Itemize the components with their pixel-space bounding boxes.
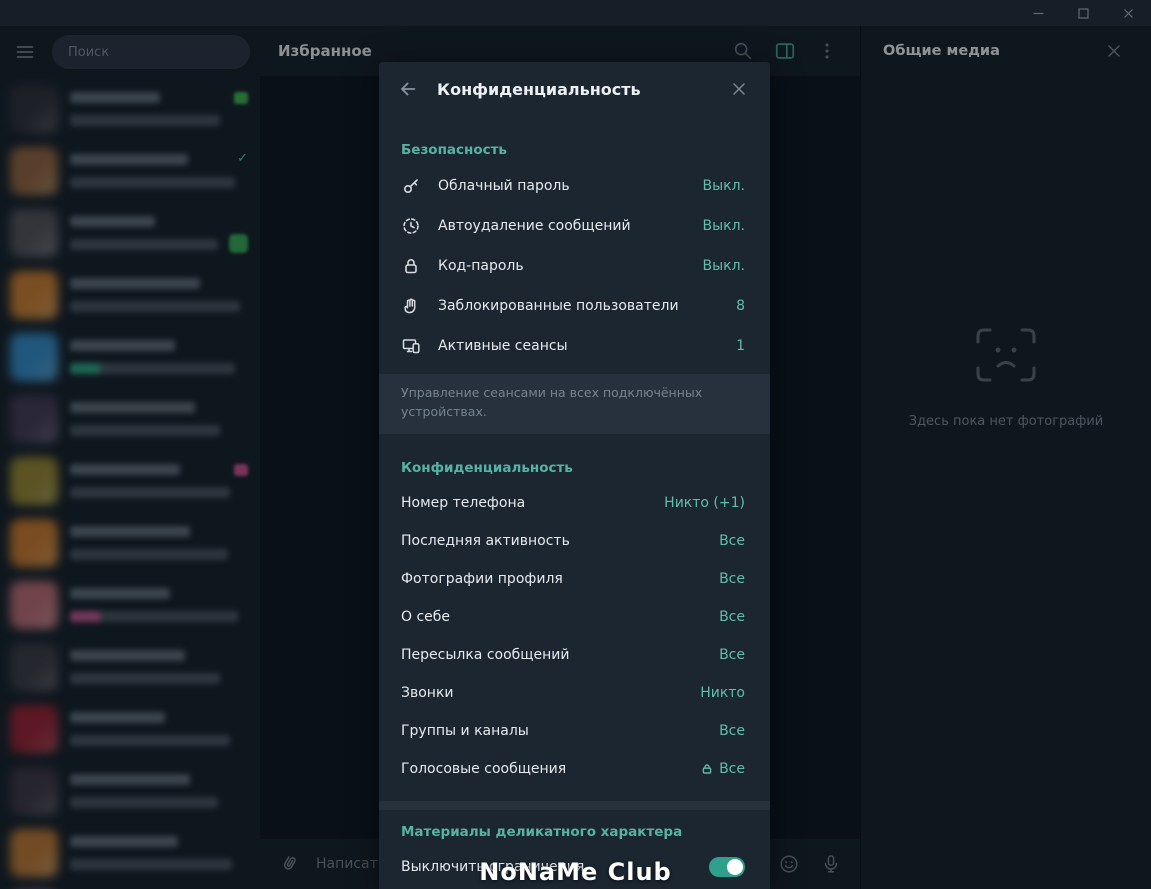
setting-row[interactable]: Облачный парольВыкл. (379, 166, 770, 206)
setting-label: Звонки (401, 685, 700, 701)
setting-row[interactable]: Последняя активностьВсе (379, 522, 770, 560)
setting-value: Выкл. (702, 258, 745, 274)
setting-row[interactable]: Пересылка сообщенийВсе (379, 636, 770, 674)
toggle-switch[interactable] (709, 857, 745, 877)
section-heading: Материалы деликатного характера (379, 824, 770, 840)
privacy-dialog: Конфиденциальность Безопасность Облачный … (379, 62, 770, 889)
key-icon (401, 176, 421, 196)
setting-value: 1 (736, 338, 745, 354)
setting-label: Последняя активность (401, 533, 719, 549)
setting-value-text: Все (719, 571, 745, 587)
setting-value: Все (719, 609, 745, 625)
setting-value (709, 857, 745, 877)
setting-row[interactable]: Голосовые сообщения Все (379, 750, 770, 788)
toggle-knob (727, 859, 743, 875)
back-icon[interactable] (393, 74, 423, 104)
setting-label: Выключить ограничения (401, 859, 709, 875)
dialog-close-icon[interactable] (724, 74, 754, 104)
setting-value: Все (719, 723, 745, 739)
setting-value-text: Выкл. (702, 178, 745, 194)
setting-label: Автоудаление сообщений (438, 218, 702, 234)
setting-row[interactable]: Активные сеансы1 (379, 326, 770, 366)
setting-value: Все (719, 533, 745, 549)
setting-value: Все (701, 761, 745, 777)
setting-label: Облачный пароль (438, 178, 702, 194)
setting-value: Никто (+1) (664, 495, 745, 511)
setting-value-text: Никто (+1) (664, 495, 745, 511)
setting-label: Код-пароль (438, 258, 702, 274)
dialog-header: Конфиденциальность (379, 62, 770, 116)
setting-row[interactable]: ЗвонкиНикто (379, 674, 770, 712)
setting-label: Активные сеансы (438, 338, 736, 354)
section-heading: Безопасность (379, 142, 770, 158)
dialog-title: Конфиденциальность (437, 80, 710, 99)
setting-row[interactable]: О себеВсе (379, 598, 770, 636)
devices-icon (401, 336, 421, 356)
setting-row[interactable]: Код-парольВыкл. (379, 246, 770, 286)
setting-value-text: Выкл. (702, 258, 745, 274)
setting-label: Заблокированные пользователи (438, 298, 736, 314)
setting-value-text: Все (719, 647, 745, 663)
timer-icon (401, 216, 421, 236)
setting-row[interactable]: Заблокированные пользователи8 (379, 286, 770, 326)
setting-value-text: 1 (736, 338, 745, 354)
setting-row[interactable]: Фотографии профиляВсе (379, 560, 770, 598)
setting-row[interactable]: Номер телефонаНикто (+1) (379, 484, 770, 522)
setting-row[interactable]: Группы и каналыВсе (379, 712, 770, 750)
setting-value: Никто (700, 685, 745, 701)
section-heading: Конфиденциальность (379, 460, 770, 476)
setting-value: Выкл. (702, 218, 745, 234)
lock-icon (401, 256, 421, 276)
setting-label: Группы и каналы (401, 723, 719, 739)
setting-row[interactable]: Автоудаление сообщенийВыкл. (379, 206, 770, 246)
premium-lock-icon (701, 763, 713, 775)
setting-value-text: Никто (700, 685, 745, 701)
setting-label: О себе (401, 609, 719, 625)
setting-value-text: 8 (736, 298, 745, 314)
modal-sections: БезопасностьОблачный парольВыкл.Автоудал… (379, 142, 770, 886)
hand-icon (401, 296, 421, 316)
setting-value: Все (719, 571, 745, 587)
setting-value-text: Выкл. (702, 218, 745, 234)
setting-value-text: Все (719, 533, 745, 549)
setting-value-text: Все (719, 761, 745, 777)
setting-label: Фотографии профиля (401, 571, 719, 587)
setting-label: Голосовые сообщения (401, 761, 701, 777)
setting-value: 8 (736, 298, 745, 314)
setting-label: Номер телефона (401, 495, 664, 511)
setting-row[interactable]: Выключить ограничения (379, 848, 770, 886)
setting-value: Все (719, 647, 745, 663)
setting-label: Пересылка сообщений (401, 647, 719, 663)
setting-value: Выкл. (702, 178, 745, 194)
setting-value-text: Все (719, 609, 745, 625)
setting-value-text: Все (719, 723, 745, 739)
section-footer: Управление сеансами на всех подключённых… (379, 374, 770, 434)
section-divider (379, 801, 770, 810)
